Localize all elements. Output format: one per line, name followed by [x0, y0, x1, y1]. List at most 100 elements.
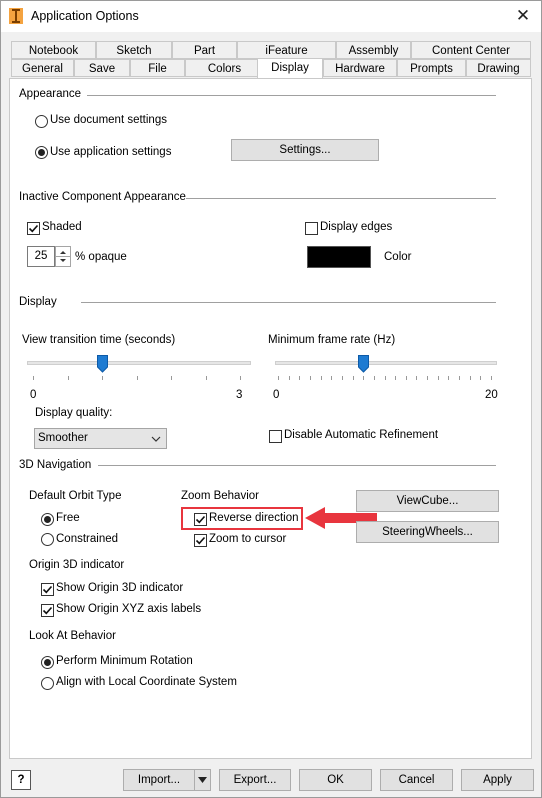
slider-tick	[427, 376, 429, 380]
opacity-input[interactable]: 25	[27, 246, 55, 267]
tab-hardware[interactable]: Hardware	[323, 59, 397, 77]
slider-tick	[437, 376, 439, 380]
close-button[interactable]: ✕	[511, 6, 535, 26]
look-at-title: Look At Behavior	[29, 630, 116, 642]
use-application-settings-label[interactable]: Use application settings	[50, 146, 171, 158]
slider-tick	[67, 376, 69, 380]
slider-tick	[320, 376, 322, 380]
show-origin-label[interactable]: Show Origin 3D indicator	[56, 582, 183, 594]
window-title: Application Options	[31, 9, 139, 23]
display-edges-label[interactable]: Display edges	[320, 221, 392, 233]
steeringwheels-button[interactable]: SteeringWheels...	[356, 521, 499, 543]
checkmark-icon	[42, 606, 53, 615]
slider-tick	[331, 376, 333, 380]
perform-min-rotation-radio[interactable]	[41, 656, 54, 669]
opaque-label: % opaque	[75, 251, 127, 263]
slider-tick	[309, 376, 311, 380]
viewcube-button[interactable]: ViewCube...	[356, 490, 499, 512]
view-transition-max: 3	[236, 389, 243, 401]
frame-rate-slider-thumb[interactable]	[357, 355, 369, 373]
apply-button[interactable]: Apply	[461, 769, 534, 791]
slider-tick	[240, 376, 241, 380]
tab-ifeature[interactable]: iFeature	[237, 41, 336, 59]
checkmark-icon	[42, 585, 53, 594]
slider-tick	[373, 376, 375, 380]
tab-file[interactable]: File	[130, 59, 185, 77]
slider-tick	[205, 376, 207, 380]
import-dropdown-button[interactable]	[194, 769, 211, 791]
cancel-button[interactable]: Cancel	[380, 769, 453, 791]
slider-tick	[33, 376, 34, 380]
align-local-label[interactable]: Align with Local Coordinate System	[56, 676, 237, 688]
application-options-dialog: Application Options ✕ Notebook Sketch Pa…	[0, 0, 542, 798]
zoom-to-cursor-label[interactable]: Zoom to cursor	[209, 533, 286, 545]
title-bar: Application Options ✕	[1, 1, 541, 32]
tab-save[interactable]: Save	[74, 59, 130, 77]
display-edges-checkbox[interactable]	[305, 222, 318, 235]
nav3d-group-title: 3D Navigation	[19, 459, 92, 471]
display-quality-value: Smoother	[38, 432, 88, 444]
spinner-arrows-icon	[56, 251, 70, 262]
tab-general[interactable]: General	[11, 59, 74, 77]
orbit-constrained-radio[interactable]	[41, 533, 54, 546]
tab-drawing[interactable]: Drawing	[466, 59, 531, 77]
slider-tick	[299, 376, 301, 380]
display-quality-select[interactable]: Smoother	[34, 428, 167, 449]
frame-rate-label: Minimum frame rate (Hz)	[268, 334, 396, 346]
perform-min-rotation-label[interactable]: Perform Minimum Rotation	[56, 655, 193, 667]
inactive-color-swatch[interactable]	[307, 246, 371, 268]
tab-assembly[interactable]: Assembly	[336, 41, 411, 59]
tab-colors[interactable]: Colors	[185, 59, 264, 77]
zoom-behavior-title: Zoom Behavior	[181, 490, 259, 502]
help-icon: ?	[17, 774, 25, 786]
nav3d-divider	[98, 465, 496, 466]
use-application-settings-radio[interactable]	[35, 146, 48, 159]
slider-tick	[448, 376, 450, 380]
orbit-constrained-label[interactable]: Constrained	[56, 533, 118, 545]
slider-tick	[288, 376, 290, 380]
inactive-group-title: Inactive Component Appearance	[19, 191, 186, 203]
slider-tick	[395, 376, 397, 380]
shaded-checkbox[interactable]	[27, 222, 40, 235]
disable-refinement-label[interactable]: Disable Automatic Refinement	[284, 429, 438, 441]
slider-tick	[278, 376, 279, 380]
orbit-free-label[interactable]: Free	[56, 512, 80, 524]
origin-indicator-title: Origin 3D indicator	[29, 559, 125, 571]
tab-prompts[interactable]: Prompts	[397, 59, 466, 77]
checkmark-icon	[195, 536, 206, 545]
tab-notebook[interactable]: Notebook	[11, 41, 96, 59]
slider-tick	[480, 376, 482, 380]
shaded-label[interactable]: Shaded	[42, 221, 82, 233]
view-transition-min: 0	[30, 389, 37, 401]
settings-button[interactable]: Settings...	[231, 139, 379, 161]
use-document-settings-label[interactable]: Use document settings	[50, 114, 167, 126]
export-button[interactable]: Export...	[219, 769, 291, 791]
help-button[interactable]: ?	[11, 770, 31, 790]
tab-sketch[interactable]: Sketch	[96, 41, 172, 59]
orbit-free-radio[interactable]	[41, 513, 54, 526]
zoom-to-cursor-checkbox[interactable]	[194, 534, 207, 547]
chevron-down-icon	[151, 436, 161, 442]
disable-refinement-checkbox[interactable]	[269, 430, 282, 443]
slider-tick	[352, 376, 354, 380]
inventor-app-icon	[9, 8, 23, 24]
appearance-divider	[87, 95, 496, 96]
view-transition-slider-thumb[interactable]	[96, 355, 108, 373]
use-document-settings-radio[interactable]	[35, 115, 48, 128]
tab-part[interactable]: Part	[172, 41, 237, 59]
import-button[interactable]: Import...	[123, 769, 195, 791]
slider-tick	[102, 376, 103, 380]
align-local-radio[interactable]	[41, 677, 54, 690]
tab-content-center[interactable]: Content Center	[411, 41, 531, 59]
slider-tick	[384, 376, 386, 380]
frame-rate-min: 0	[273, 389, 280, 401]
opacity-spinner[interactable]	[55, 246, 71, 267]
show-xyz-labels-checkbox[interactable]	[41, 604, 54, 617]
slider-tick	[363, 376, 365, 380]
show-xyz-labels-label[interactable]: Show Origin XYZ axis labels	[56, 603, 201, 615]
display-divider	[81, 302, 496, 303]
slider-tick	[136, 376, 138, 380]
ok-button[interactable]: OK	[299, 769, 372, 791]
tab-display[interactable]: Display	[257, 58, 323, 78]
show-origin-checkbox[interactable]	[41, 583, 54, 596]
